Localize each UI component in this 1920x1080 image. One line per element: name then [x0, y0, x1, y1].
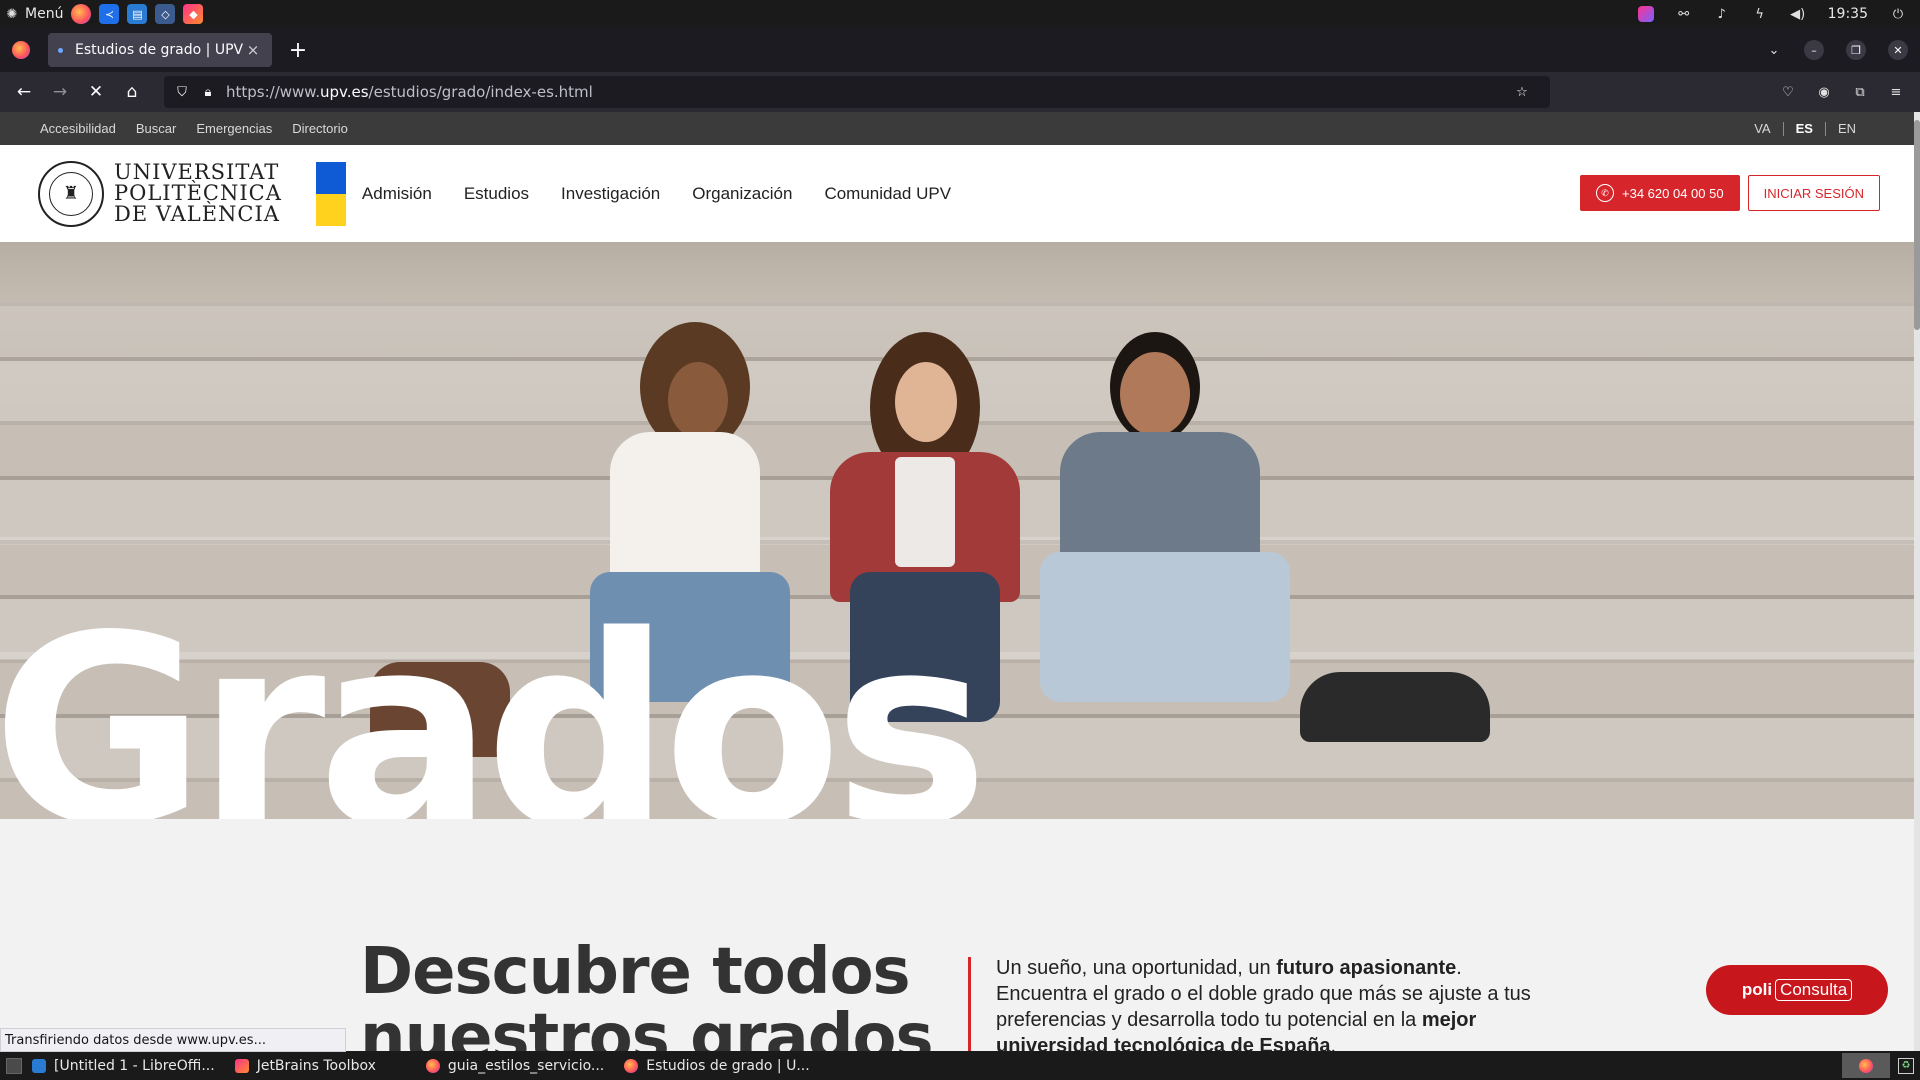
nav-comunidad-upv[interactable]: Comunidad UPV: [824, 184, 951, 204]
backpack-image: [1300, 672, 1490, 742]
tab-close-icon[interactable]: ×: [244, 41, 262, 59]
power-icon[interactable]: ⏻: [1890, 6, 1906, 22]
ubuntu-icon: ✺: [6, 6, 18, 22]
logo-line-2: POLITÈCNICA: [114, 181, 282, 205]
home-icon[interactable]: ⌂: [114, 76, 150, 108]
pocket-icon[interactable]: ♡: [1780, 84, 1796, 100]
hero-banner: Grados: [0, 242, 1920, 819]
ukraine-flag: [315, 161, 346, 226]
util-link-buscar[interactable]: Buscar: [136, 121, 176, 136]
main-nav: Admisión Estudios Investigación Organiza…: [362, 184, 951, 204]
show-desktop-button[interactable]: [6, 1057, 22, 1074]
notifications-bell-icon[interactable]: ♪: [1714, 6, 1730, 22]
writer-icon: [32, 1058, 46, 1073]
minimize-window-icon[interactable]: –: [1804, 40, 1824, 60]
student-right-image: [1040, 312, 1310, 732]
whatsapp-icon: ✆: [1596, 184, 1614, 202]
shield-icon[interactable]: ⛉: [174, 84, 190, 100]
whatsapp-number: +34 620 04 00 50: [1622, 185, 1724, 201]
browser-tab-bar: Estudios de grado | UPV × + ⌄ – ❐ ✕: [0, 28, 1920, 72]
hamburger-menu-icon[interactable]: ≡: [1888, 84, 1904, 100]
util-link-directorio[interactable]: Directorio: [292, 121, 348, 136]
jetbrains-toolbox-icon[interactable]: ◆: [183, 4, 204, 24]
jetbrains-tray-icon[interactable]: [1637, 6, 1654, 22]
lang-divider: [1824, 121, 1826, 136]
url-text[interactable]: https://www.upv.es/estudios/grado/index-…: [226, 83, 1514, 101]
power-status-icon[interactable]: ϟ: [1752, 6, 1768, 22]
tab-loading-indicator: [58, 47, 63, 53]
firefox-icon: [425, 1058, 440, 1073]
login-button[interactable]: INICIAR SESIÓN: [1747, 175, 1880, 211]
logo-line-1: UNIVERSITAT: [114, 160, 280, 184]
network-icon[interactable]: ⚯: [1676, 6, 1692, 22]
upv-seal-logo[interactable]: ♜: [38, 160, 104, 227]
trash-icon[interactable]: ♻: [1898, 1057, 1914, 1074]
intro-paragraph: Un sueño, una oportunidad, un futuro apa…: [996, 957, 1531, 1051]
lang-divider: [1782, 121, 1784, 136]
task-firefox-guia[interactable]: guia_estilos_servicio...: [416, 1051, 614, 1080]
task-libreoffice[interactable]: [Untitled 1 - LibreOffi...: [22, 1051, 225, 1080]
intro-section: Descubre todos nuestros grados Un sueño,…: [0, 819, 1920, 1051]
firefox-icon[interactable]: [71, 4, 92, 24]
forward-arrow-icon[interactable]: →: [42, 76, 78, 108]
whatsapp-button[interactable]: ✆ +34 620 04 00 50: [1580, 175, 1740, 211]
lang-en[interactable]: EN: [1838, 121, 1856, 136]
os-taskbar: [Untitled 1 - LibreOffi... JetBrains Too…: [0, 1051, 1920, 1080]
vscode-icon[interactable]: ≺: [99, 4, 120, 24]
task-jetbrains-toolbox[interactable]: JetBrains Toolbox: [225, 1051, 386, 1080]
firefox-view-icon[interactable]: [12, 41, 30, 59]
language-switcher: VA ES EN: [1754, 121, 1880, 136]
site-header: ♜ UNIVERSITAT POLITÈCNICA DE VALÈNCIA Ad…: [0, 145, 1920, 242]
volume-icon[interactable]: ◀): [1790, 6, 1806, 22]
hero-title: Grados: [0, 581, 989, 819]
jetbrains-toolbox-icon: [234, 1058, 249, 1073]
firefox-icon: [624, 1058, 639, 1073]
lang-va[interactable]: VA: [1754, 121, 1770, 136]
new-tab-button[interactable]: +: [286, 38, 310, 63]
section-title: Descubre todos nuestros grados: [360, 935, 934, 1051]
page-viewport: Accesibilidad Buscar Emergencias Directo…: [0, 112, 1920, 1051]
policonsulta-button[interactable]: poli Consulta: [1706, 965, 1888, 1015]
tab-title: Estudios de grado | UPV: [75, 42, 244, 58]
extensions-icon[interactable]: ⧉: [1852, 84, 1868, 100]
utility-bar: Accesibilidad Buscar Emergencias Directo…: [0, 112, 1920, 145]
red-divider: [968, 957, 971, 1051]
bookmark-star-icon[interactable]: ☆: [1514, 84, 1530, 100]
stop-loading-icon[interactable]: ✕: [78, 76, 114, 108]
url-bar[interactable]: ⛉ 🔒︎ https://www.upv.es/estudios/grado/i…: [164, 76, 1550, 108]
os-menu-label: Menú: [25, 6, 64, 22]
lock-icon[interactable]: 🔒︎: [200, 84, 216, 100]
os-top-panel: ✺ Menú ≺ ▤ ◇ ◆ ⚯ ♪ ϟ ◀) 19:35 ⏻: [0, 0, 1920, 28]
hero-wall: [0, 242, 1920, 302]
util-link-emergencias[interactable]: Emergencias: [196, 121, 272, 136]
logo-line-3: DE VALÈNCIA: [114, 202, 280, 226]
nav-investigacion[interactable]: Investigación: [561, 184, 660, 204]
back-arrow-icon[interactable]: ←: [6, 76, 42, 108]
browser-tab-active[interactable]: Estudios de grado | UPV ×: [48, 33, 272, 67]
writer-icon[interactable]: ▤: [127, 4, 148, 24]
upv-wordmark[interactable]: UNIVERSITAT POLITÈCNICA DE VALÈNCIA: [114, 162, 282, 225]
os-menu-button[interactable]: ✺ Menú: [4, 6, 64, 22]
close-window-icon[interactable]: ✕: [1888, 40, 1908, 60]
virtualbox-icon[interactable]: ◇: [155, 4, 176, 24]
workspace-switcher[interactable]: [1842, 1053, 1890, 1078]
nav-admision[interactable]: Admisión: [362, 184, 432, 204]
browser-status-text: Transfiriendo datos desde www.upv.es...: [0, 1028, 346, 1052]
scrollbar-thumb[interactable]: [1914, 120, 1920, 330]
browser-nav-bar: ← → ✕ ⌂ ⛉ 🔒︎ https://www.upv.es/estudios…: [0, 72, 1920, 112]
page-scrollbar[interactable]: [1914, 112, 1920, 1051]
lang-es[interactable]: ES: [1796, 121, 1813, 136]
restore-window-icon[interactable]: ❐: [1846, 40, 1866, 60]
nav-estudios[interactable]: Estudios: [464, 184, 529, 204]
util-link-accesibilidad[interactable]: Accesibilidad: [40, 121, 116, 136]
os-clock[interactable]: 19:35: [1828, 6, 1868, 22]
seal-crest-icon: ♜: [49, 171, 93, 216]
task-firefox-upv[interactable]: Estudios de grado | U...: [614, 1051, 819, 1080]
nav-organizacion[interactable]: Organización: [692, 184, 792, 204]
account-icon[interactable]: ◉: [1816, 84, 1832, 100]
tab-list-chevron-down-icon[interactable]: ⌄: [1766, 42, 1782, 58]
firefox-icon: [1859, 1058, 1873, 1073]
